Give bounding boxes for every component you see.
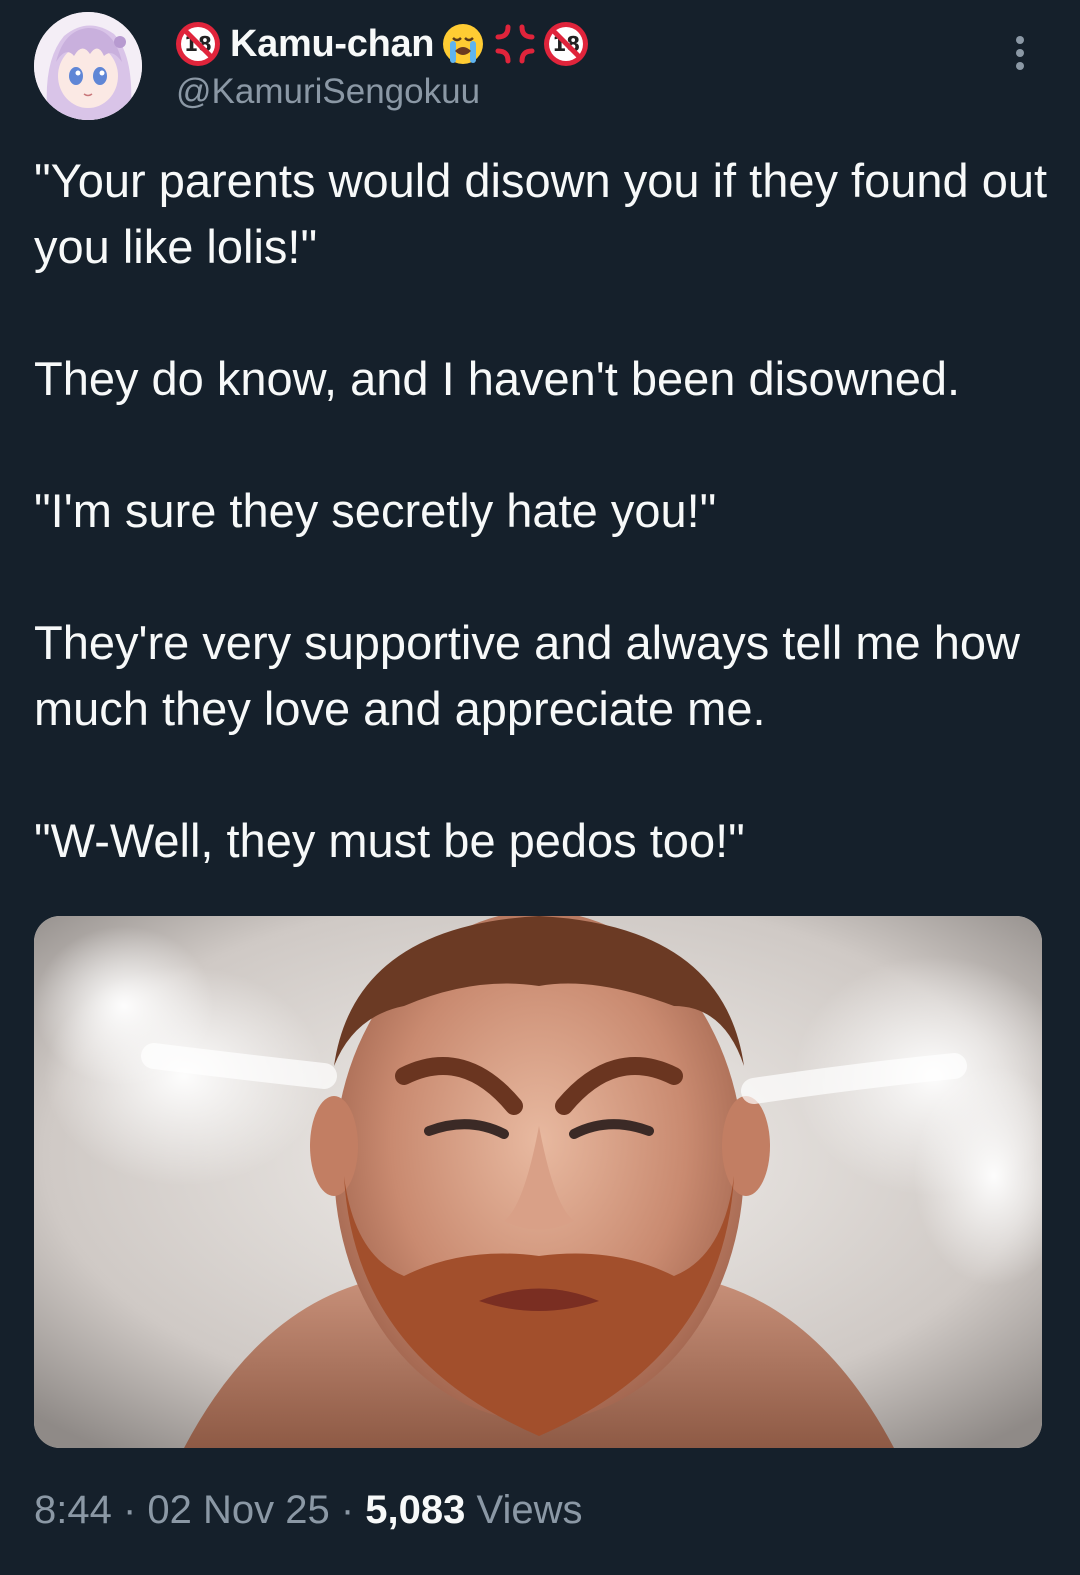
angry-man-steam-photo-icon [34, 916, 1042, 1448]
more-options-icon[interactable] [1005, 36, 1035, 76]
anger-symbol-icon [495, 24, 535, 64]
tweet-paragraph: "Your parents would disown you if they f… [34, 154, 1061, 273]
anime-girl-avatar-icon [34, 12, 142, 120]
tweet-media-image[interactable] [34, 916, 1042, 1448]
tweet-meta: 8:44 · 02 Nov 25 · 5,083 Views [34, 1488, 583, 1533]
tweet-time[interactable]: 8:44 [34, 1488, 112, 1532]
crying-face-icon [443, 24, 484, 64]
tweet: 18 Kamu-chan 18 @KamuriSengokuu [0, 0, 1080, 1575]
views-count[interactable]: 5,083 [365, 1488, 465, 1532]
tweet-date[interactable]: 02 Nov 25 [147, 1488, 329, 1532]
no-under-18-icon: 18 [544, 22, 589, 66]
tweet-paragraph: They do know, and I haven't been disowne… [34, 352, 961, 405]
author-name-row[interactable]: 18 Kamu-chan 18 [176, 22, 589, 66]
display-name[interactable]: Kamu-chan [230, 23, 435, 66]
author-handle[interactable]: @KamuriSengokuu [176, 72, 480, 112]
avatar[interactable] [34, 12, 142, 120]
tweet-paragraph: They're very supportive and always tell … [34, 616, 1034, 735]
meta-separator: · [329, 1488, 366, 1532]
meta-separator: · [111, 1488, 148, 1532]
views-label[interactable]: Views [477, 1488, 583, 1532]
tweet-text: "Your parents would disown you if they f… [34, 148, 1054, 940]
no-under-18-icon: 18 [176, 22, 220, 66]
tweet-paragraph: "I'm sure they secretly hate you!" [34, 484, 717, 537]
tweet-paragraph: "W-Well, they must be pedos too!" [34, 814, 745, 867]
